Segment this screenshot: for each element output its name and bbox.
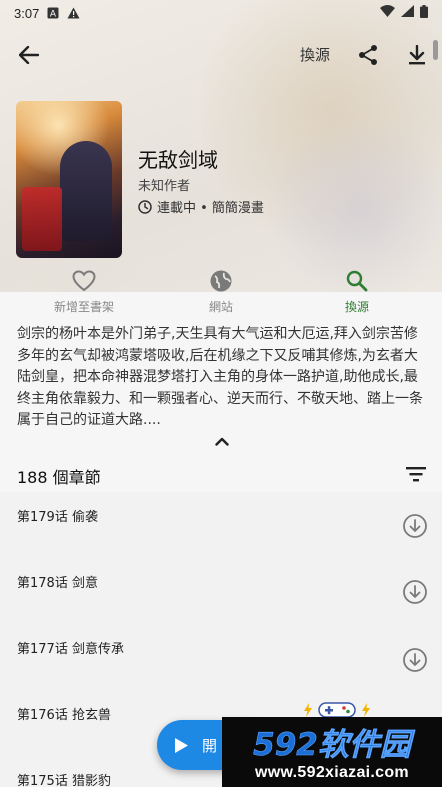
sort-filter-button[interactable] <box>402 462 430 486</box>
a-notification-icon: A <box>47 7 59 19</box>
back-button[interactable] <box>14 40 44 70</box>
book-author: 未知作者 <box>138 179 191 194</box>
download-icon <box>409 45 425 65</box>
chapter-download-button[interactable] <box>401 512 429 540</box>
signal-icon <box>401 5 414 21</box>
play-icon <box>175 737 188 753</box>
chapter-title: 第177话 剑意传承 <box>17 642 124 657</box>
book-status-text: 連載中 • 簡簡漫畫 <box>157 201 264 216</box>
book-title: 无敌剑域 <box>138 148 218 172</box>
book-cover[interactable] <box>16 101 122 258</box>
start-reading-label: 開 <box>202 736 218 755</box>
download-circle-icon <box>403 514 427 538</box>
site-watermark: 592软件园 www.592xiazai.com <box>222 717 442 787</box>
chevron-up-icon <box>215 437 229 446</box>
globe-icon <box>209 268 233 294</box>
filter-icon <box>406 467 426 482</box>
change-source-button[interactable]: 換源 <box>300 44 330 65</box>
chapter-title: 第176话 抢玄兽 <box>17 708 111 723</box>
chapter-header: 188 個章節 <box>0 452 442 494</box>
add-to-shelf-button[interactable]: 新增至書架 <box>24 268 144 320</box>
svg-text:A: A <box>50 10 57 20</box>
change-source-action-button[interactable]: 換源 <box>297 268 417 320</box>
chapter-item[interactable]: 第178话 剑意 <box>0 558 442 624</box>
search-icon <box>346 268 368 294</box>
status-bar: 3:07 A <box>0 0 442 26</box>
back-arrow-icon <box>19 46 39 64</box>
lightning-icon <box>362 703 370 717</box>
clock-icon <box>138 199 152 214</box>
status-time: 3:07 <box>14 5 40 21</box>
download-circle-icon <box>403 648 427 672</box>
lightning-icon <box>304 703 312 717</box>
collapse-description-button[interactable] <box>209 430 235 452</box>
book-description[interactable]: 剑宗的杨叶本是外门弟子,天生具有大气运和大厄运,拜入剑宗苦修多年的玄气却被鸿蒙塔… <box>17 324 427 432</box>
change-source-label: 換源 <box>344 300 369 314</box>
chapter-download-button[interactable] <box>401 646 429 674</box>
chapter-count: 188 個章節 <box>17 468 101 487</box>
battery-icon <box>420 4 428 22</box>
book-status: 連載中 • 簡簡漫畫 <box>138 197 264 216</box>
chapter-title: 第179话 偷袭 <box>17 510 98 525</box>
chapter-title: 第175话 猎影豹 <box>17 774 111 787</box>
watermark-logo: 592软件园 <box>253 727 416 763</box>
chapter-item[interactable]: 第179话 偷袭 <box>0 492 442 558</box>
action-row: 新增至書架 網站 換源 <box>0 268 442 320</box>
heart-icon <box>72 268 96 294</box>
website-button[interactable]: 網站 <box>161 268 281 320</box>
chapter-download-button[interactable] <box>401 578 429 606</box>
scrollbar[interactable] <box>433 40 438 60</box>
chapter-title: 第178话 剑意 <box>17 576 98 591</box>
watermark-url: www.592xiazai.com <box>255 764 409 781</box>
share-button[interactable] <box>354 41 382 69</box>
download-button[interactable] <box>403 41 431 69</box>
add-to-shelf-label: 新增至書架 <box>53 300 114 314</box>
share-icon <box>359 45 377 65</box>
website-label: 網站 <box>208 300 233 314</box>
wifi-icon <box>380 5 395 21</box>
download-circle-icon <box>403 580 427 604</box>
toolbar: 換源 <box>0 34 442 76</box>
warning-icon <box>67 7 80 19</box>
chapter-item[interactable]: 第177话 剑意传承 <box>0 624 442 690</box>
svg-text:592软件园: 592软件园 <box>253 727 416 763</box>
